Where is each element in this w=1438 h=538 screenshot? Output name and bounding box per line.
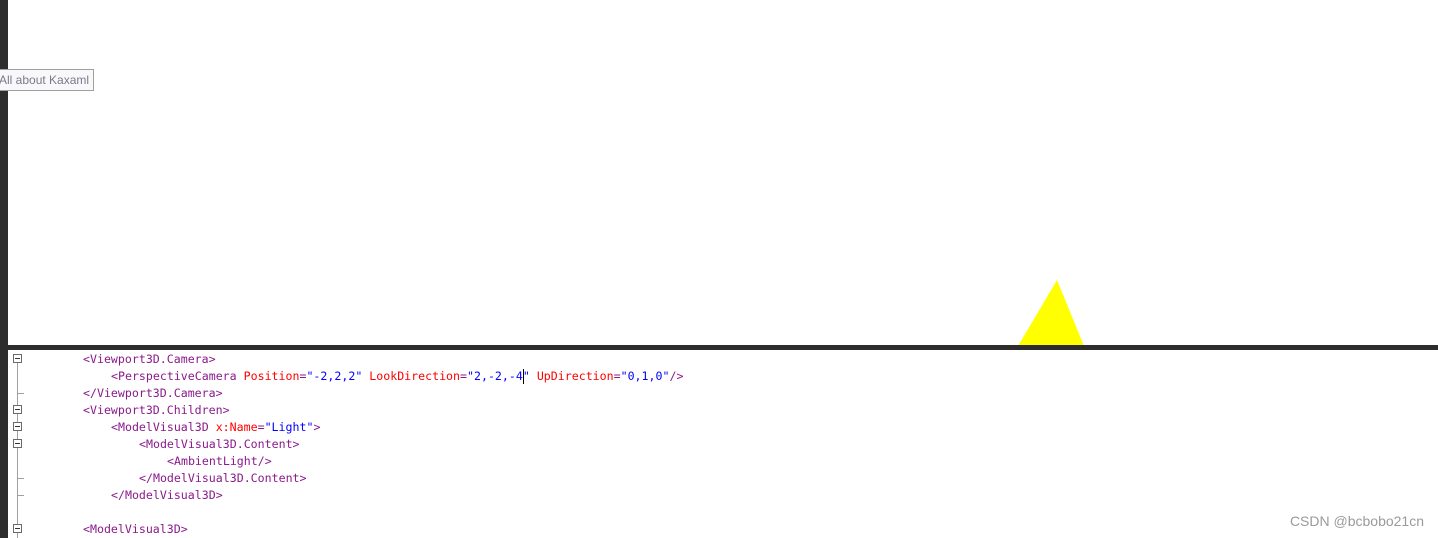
xml-attribute: Position [243,369,300,383]
code-line[interactable]: <AmbientLight/> [167,453,272,470]
xml-tag: = [257,420,265,434]
xaml-preview-pane [8,0,1438,345]
code-line[interactable]: <Viewport3D.Children> [83,402,230,419]
collapse-icon[interactable] [13,439,22,448]
collapse-icon[interactable] [13,422,22,431]
xml-tag: = [613,369,621,383]
xml-tag: <ModelVisual3D [111,420,216,434]
collapse-icon[interactable] [13,524,22,533]
code-editor[interactable]: <Viewport3D.Camera> <PerspectiveCamera Po… [8,350,1438,538]
xml-tag: /> [669,369,684,383]
xml-tag: <Viewport3D.Camera> [83,352,216,366]
xml-attribute: UpDirection [536,369,614,383]
code-line[interactable]: <ModelVisual3D> [83,521,188,538]
xml-tag: <ModelVisual3D> [83,522,188,536]
xml-tag: > [313,420,321,434]
xml-tag: <AmbientLight/> [167,454,272,468]
collapse-icon[interactable] [13,405,22,414]
xml-value: "Light" [264,420,314,434]
tooltip: All about Kaxaml [0,69,95,91]
xml-tag: </ModelVisual3D> [111,488,223,502]
code-line[interactable]: <PerspectiveCamera Position = "-2,2,2" Loo… [111,368,683,385]
fold-end-marker [18,478,24,479]
xml-value: "0,1,0" [620,369,670,383]
xml-tag: = [460,369,468,383]
xml-attribute: LookDirection [369,369,461,383]
code-line[interactable]: </ModelVisual3D> [111,487,223,504]
fold-end-marker [18,393,24,394]
xml-tag: </ModelVisual3D.Content> [139,471,307,485]
code-line[interactable]: <ModelVisual3D x:Name="Light"> [111,419,320,436]
xml-tag: <PerspectiveCamera [111,369,244,383]
xml-attribute: x:Name [215,420,258,434]
code-line[interactable]: </Viewport3D.Camera> [83,385,223,402]
tooltip-text: All about Kaxaml [0,73,90,87]
code-line[interactable]: </ModelVisual3D.Content> [139,470,307,487]
xml-value: " [522,369,537,383]
watermark: CSDN @bcbobo21cn [1289,513,1424,529]
fold-end-marker [18,495,24,496]
fold-guide-line [17,362,18,538]
xml-tag: </Viewport3D.Camera> [83,386,223,400]
yellow-triangle-3d-model [1018,280,1084,345]
xml-tag: <Viewport3D.Children> [83,403,230,417]
xml-tag: <ModelVisual3D.Content> [139,437,300,451]
xml-value: "2,-2,-4 [467,369,523,383]
code-line[interactable]: <Viewport3D.Camera> [83,351,216,368]
collapse-icon[interactable] [13,354,22,363]
code-line[interactable]: <ModelVisual3D.Content> [139,436,300,453]
xml-value: "-2,2,2" [306,369,370,383]
